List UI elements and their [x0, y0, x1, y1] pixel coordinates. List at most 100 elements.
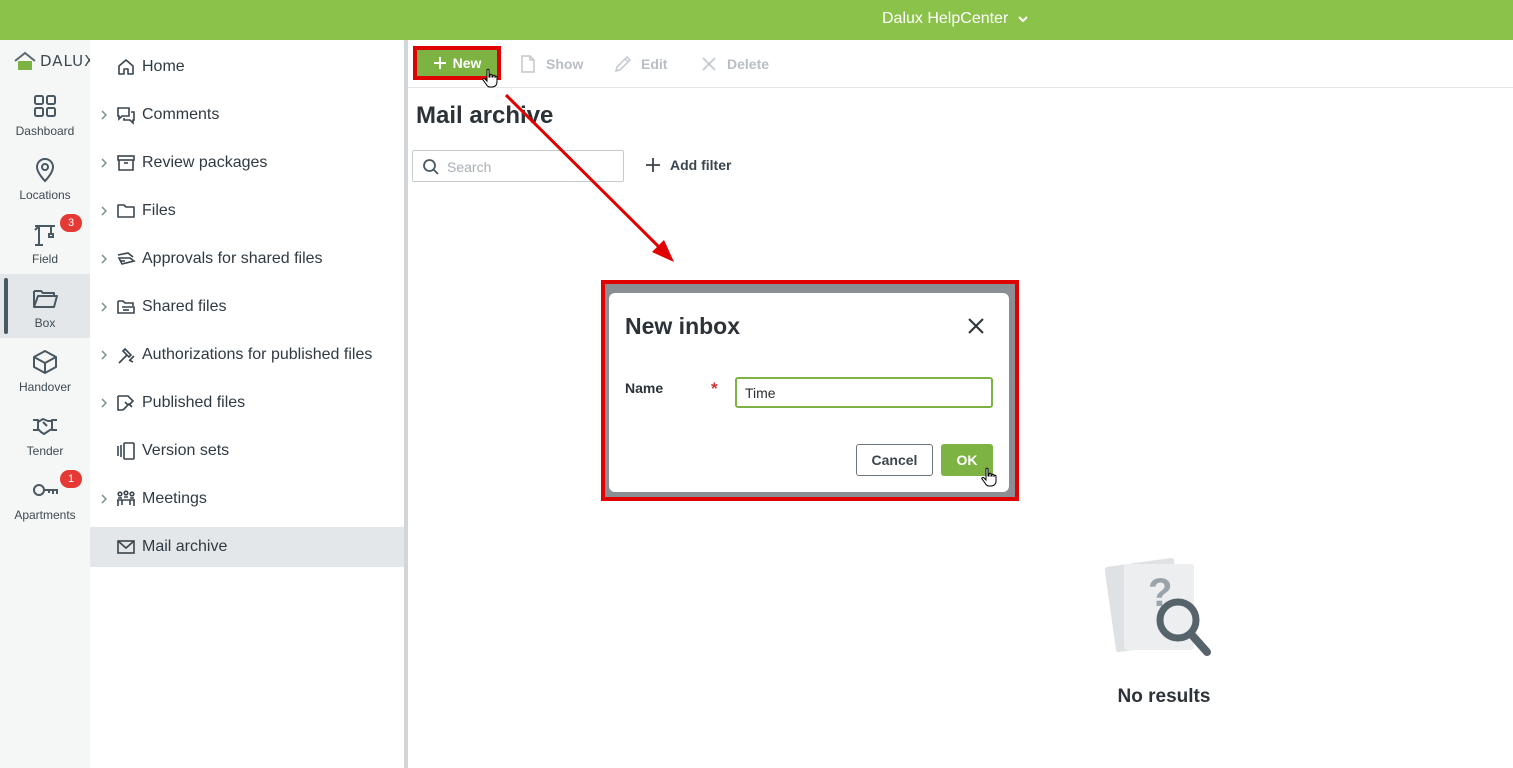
house-logo-icon	[14, 51, 36, 70]
nav-item-files[interactable]: Files	[90, 191, 405, 231]
name-field-label: Name	[625, 380, 664, 396]
edit-button-label: Edit	[641, 56, 668, 72]
handshake-icon	[33, 418, 57, 435]
approval-icon	[117, 252, 136, 265]
version-sets-icon	[117, 442, 135, 460]
chevron-down-icon	[1018, 16, 1028, 23]
nav-item-published-files[interactable]: Published files	[90, 383, 405, 423]
meetings-icon	[117, 490, 135, 506]
rail-label: Field	[31, 252, 58, 266]
cancel-button[interactable]: Cancel	[856, 444, 933, 476]
nav-label: Published files	[142, 394, 246, 411]
delete-button-label: Delete	[727, 56, 770, 72]
add-filter-button[interactable]: Add filter	[644, 156, 731, 174]
no-results-label: No results	[1117, 686, 1211, 707]
nav-label: Approvals for shared files	[142, 250, 323, 267]
comments-icon	[117, 107, 135, 125]
required-marker: *	[711, 379, 718, 398]
chevron-right-icon	[101, 398, 107, 408]
location-pin-icon	[35, 157, 55, 183]
nav-item-version-sets[interactable]: Version sets	[90, 431, 405, 471]
chevron-right-icon	[101, 206, 107, 216]
rail-label: Box	[34, 316, 56, 330]
nav-label: Version sets	[142, 442, 230, 459]
nav-label: Comments	[142, 106, 220, 123]
search-input[interactable]	[447, 157, 617, 177]
nav-item-authorizations-published-files[interactable]: Authorizations for published files	[90, 335, 405, 375]
show-button[interactable]: Show	[518, 54, 583, 74]
name-input[interactable]	[735, 377, 993, 408]
nav-item-home[interactable]: Home	[90, 47, 405, 87]
rail-item-field[interactable]: 3 Field	[0, 210, 90, 274]
plus-icon	[646, 158, 660, 172]
nav-item-mail-archive[interactable]: Mail archive	[90, 527, 405, 567]
rail-item-locations[interactable]: Locations	[0, 146, 90, 210]
nav-item-approvals-shared-files[interactable]: Approvals for shared files	[90, 239, 405, 279]
home-icon	[118, 59, 134, 75]
show-button-label: Show	[546, 56, 584, 72]
nav-label: Files	[142, 202, 176, 219]
nav-item-shared-files[interactable]: Shared files	[90, 287, 405, 327]
key-icon	[33, 484, 58, 496]
authorization-icon	[118, 347, 135, 364]
nav-item-meetings[interactable]: Meetings	[90, 479, 405, 519]
app-rail: DALUX Dashboard Locations 3 Field Box Ha…	[0, 40, 94, 768]
nav-item-review-packages[interactable]: Review packages	[90, 143, 405, 183]
shared-files-icon	[117, 300, 135, 314]
add-filter-label: Add filter	[670, 157, 732, 173]
archive-box-icon	[117, 155, 135, 171]
nav-label: Mail archive	[142, 538, 228, 555]
box-navigation: Home Comments Review packages Files Appr…	[90, 40, 405, 768]
chevron-right-icon	[101, 302, 107, 312]
chevron-right-icon	[101, 254, 107, 264]
nav-label: Review packages	[142, 154, 268, 171]
folder-icon	[117, 204, 135, 218]
box-icon	[33, 350, 57, 374]
nav-label: Shared files	[142, 298, 227, 315]
no-results-illustration-icon: ?	[1104, 557, 1211, 656]
delete-button[interactable]: Delete	[699, 54, 769, 74]
nav-label: Home	[142, 58, 185, 75]
apartments-badge: 1	[60, 470, 82, 488]
close-icon[interactable]	[967, 317, 985, 335]
mail-icon	[117, 540, 135, 554]
rail-label: Handover	[18, 380, 72, 394]
dashboard-grid-icon	[34, 95, 56, 117]
nav-label: Meetings	[142, 490, 207, 507]
pencil-icon	[614, 55, 632, 73]
dialog-title: New inbox	[625, 313, 741, 339]
folder-open-icon	[33, 290, 58, 308]
toolbar: New Show Edit Delete	[408, 40, 1513, 88]
crane-icon	[34, 225, 55, 246]
rail-item-box[interactable]: Box	[0, 274, 90, 338]
new-inbox-dialog: New inbox Name * Cancel OK	[609, 293, 1009, 492]
nav-item-comments[interactable]: Comments	[90, 95, 405, 135]
rail-item-tender[interactable]: Tender	[0, 402, 90, 466]
rail-label: Tender	[26, 444, 64, 458]
rail-label: Locations	[19, 188, 71, 202]
chevron-right-icon	[101, 110, 107, 120]
published-files-icon	[117, 395, 135, 411]
hand-cursor-icon	[981, 467, 997, 487]
document-icon	[521, 55, 535, 73]
chevron-right-icon	[101, 494, 107, 504]
close-icon	[702, 57, 716, 71]
rail-item-apartments[interactable]: 1 Apartments	[0, 466, 90, 530]
helpcenter-menu[interactable]: Dalux HelpCenter	[882, 10, 1030, 28]
helpcenter-label: Dalux HelpCenter	[882, 10, 1009, 27]
rail-item-handover[interactable]: Handover	[0, 338, 90, 402]
logo-text: DALUX	[40, 52, 96, 70]
chevron-right-icon	[101, 158, 107, 168]
page-title: Mail archive	[416, 102, 554, 129]
dalux-logo[interactable]: DALUX	[13, 50, 95, 72]
rail-label: Apartments	[14, 508, 76, 522]
search-box[interactable]	[412, 150, 624, 182]
edit-button[interactable]: Edit	[613, 54, 667, 74]
search-icon	[423, 159, 439, 175]
chevron-right-icon	[101, 350, 107, 360]
rail-item-dashboard[interactable]: Dashboard	[0, 82, 90, 146]
rail-label: Dashboard	[15, 124, 75, 138]
nav-label: Authorizations for published files	[142, 346, 373, 363]
top-bar: Dalux HelpCenter	[0, 0, 1513, 40]
field-badge: 3	[60, 214, 82, 232]
